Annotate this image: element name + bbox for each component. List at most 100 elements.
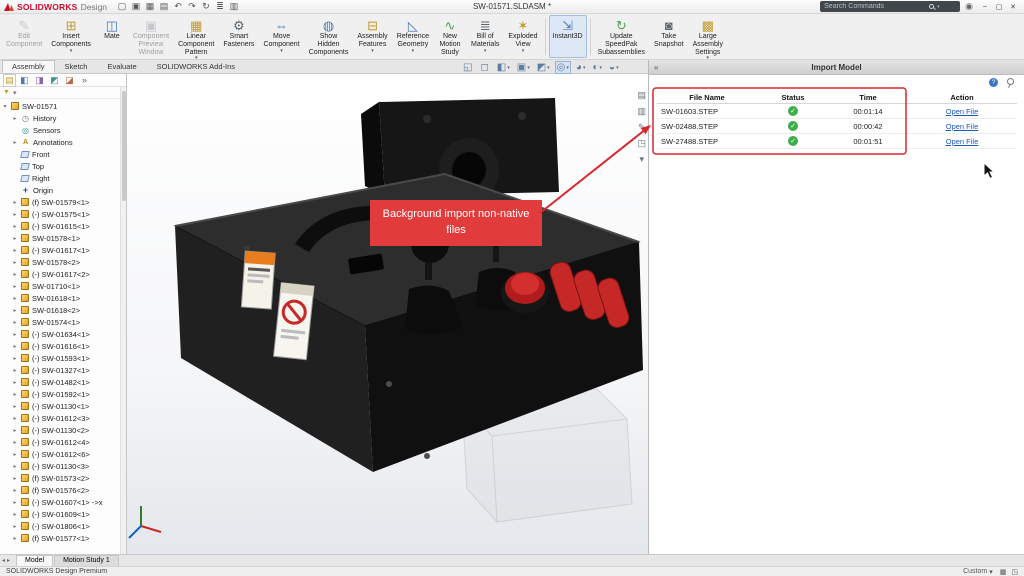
ribbon-button[interactable]: ≣ Bill of Materials ▾ — [467, 15, 503, 58]
tree-item[interactable]: ▸ (-) SW-01482<1> — [0, 376, 126, 388]
expander-icon[interactable]: ▸ — [12, 523, 18, 530]
tree-item[interactable]: ▸ SW-01574<1> — [0, 316, 126, 328]
expander-icon[interactable]: ▸ — [12, 511, 18, 518]
hud-button[interactable]: ▣ ▾ — [516, 62, 531, 73]
tree-item[interactable]: ▸ (-) SW-01612<3> — [0, 412, 126, 424]
expander-icon[interactable]: ▸ — [12, 391, 18, 398]
tree-item[interactable]: ▸ SW-01710<1> — [0, 280, 126, 292]
expander-icon[interactable]: ▸ — [12, 331, 18, 338]
dropdown-caret-icon[interactable]: ▾ — [280, 49, 283, 54]
ribbon-button[interactable]: ▦ Linear Component Pattern ▾ — [174, 15, 218, 58]
expander-icon[interactable]: ▸ — [12, 139, 18, 146]
dropdown-caret-icon[interactable]: ▾ — [70, 49, 73, 54]
hud-button[interactable]: ◱ — [462, 62, 474, 73]
dropdown-caret-icon[interactable]: ▾ — [522, 49, 525, 54]
ribbon-button[interactable]: ▣ Component Preview Window — [129, 15, 173, 58]
dropdown-caret-icon[interactable]: ▾ — [600, 65, 603, 71]
expander-icon[interactable]: ▸ — [12, 451, 18, 458]
tree-item[interactable]: ▸ (f) SW-01577<1> — [0, 532, 126, 544]
expander-icon[interactable]: ▾ — [2, 103, 8, 110]
hud-button[interactable]: ◒ ▾ — [608, 62, 620, 73]
tree-item[interactable]: ▸ (-) SW-01592<1> — [0, 388, 126, 400]
tree-item[interactable]: ▸ (f) SW-01576<2> — [0, 484, 126, 496]
tree-item[interactable]: Front — [0, 148, 126, 160]
tree-item[interactable]: Top — [0, 160, 126, 172]
hud-button[interactable]: ◕ ▾ — [575, 62, 587, 73]
ribbon-button[interactable]: ✎ Edit Component — [2, 15, 46, 58]
tree-item[interactable]: ▸ SW-01578<1> — [0, 232, 126, 244]
expander-icon[interactable]: ▸ — [12, 463, 18, 470]
tree-item[interactable]: ▸ (-) SW-01130<1> — [0, 400, 126, 412]
expander-icon[interactable]: ▸ — [12, 199, 18, 206]
dimxpertmanager-tab-icon[interactable]: ◩ — [49, 75, 60, 86]
tree-item[interactable]: ▸ SW-01578<2> — [0, 256, 126, 268]
dropdown-caret-icon[interactable]: ▾ — [412, 49, 415, 54]
tree-item[interactable]: ▸ (-) SW-01634<1> — [0, 328, 126, 340]
expander-icon[interactable]: ▸ — [12, 247, 18, 254]
scrollbar-thumb[interactable] — [122, 91, 126, 201]
commandmanager-tab[interactable]: Sketch — [55, 60, 98, 73]
tree-item[interactable]: Sensors — [0, 124, 126, 136]
filter-caret-icon[interactable]: ▾ — [13, 89, 17, 97]
ribbon-button[interactable]: ◺ Reference Geometry ▾ — [393, 15, 433, 58]
tree-item[interactable]: ▸ (-) SW-01616<1> — [0, 340, 126, 352]
maximize-button[interactable]: ▢ — [992, 3, 1006, 11]
tree-item[interactable]: ▸ (-) SW-01607<1> ->x — [0, 496, 126, 508]
markup-icon[interactable]: ✎ — [638, 122, 646, 133]
hud-button[interactable]: ◎ ▾ — [556, 62, 570, 73]
expander-icon[interactable]: ▸ — [12, 271, 18, 278]
dropdown-caret-icon[interactable]: ▾ — [371, 49, 374, 54]
tree-item[interactable]: ▸ (-) SW-01575<1> — [0, 208, 126, 220]
collapse-task-pane-icon[interactable]: « — [654, 63, 658, 72]
expander-icon[interactable]: ▸ — [12, 439, 18, 446]
search-icon[interactable] — [929, 4, 934, 9]
search-caret-icon[interactable]: ▾ — [937, 4, 940, 10]
document-tab[interactable]: Model — [16, 555, 53, 566]
open-file-link[interactable]: Open File — [907, 107, 1017, 116]
commandmanager-tab[interactable]: Assembly — [2, 60, 55, 73]
tab-overflow-icon[interactable]: » — [79, 75, 90, 85]
expander-icon[interactable]: ▸ — [12, 415, 18, 422]
close-button[interactable]: ✕ — [1006, 3, 1020, 11]
tree-item[interactable]: ▸ (-) SW-01130<2> — [0, 424, 126, 436]
tree-scrollbar[interactable] — [120, 87, 126, 554]
hud-button[interactable]: ◩ ▾ — [536, 62, 551, 73]
ribbon-button[interactable]: ◙ Take Snapshot — [650, 15, 688, 58]
tree-item[interactable]: ▸ (-) SW-01327<1> — [0, 364, 126, 376]
file-properties-icon[interactable]: ▥ — [229, 1, 239, 12]
hud-button[interactable]: ◐ ▾ — [591, 62, 603, 73]
ribbon-button[interactable]: ⊞ Insert Components ▾ — [47, 15, 95, 58]
expander-icon[interactable]: ▸ — [12, 223, 18, 230]
expander-icon[interactable]: ▸ — [12, 343, 18, 350]
expander-icon[interactable]: ▸ — [12, 283, 18, 290]
ribbon-button[interactable]: ↻ Update SpeedPak Subassemblies — [594, 15, 649, 58]
commandmanager-tab[interactable]: Evaluate — [97, 60, 146, 73]
print-icon[interactable]: ▤ — [159, 1, 169, 12]
options-icon[interactable]: ≣ — [215, 1, 225, 12]
expander-icon[interactable]: ▸ — [12, 535, 18, 542]
graphics-viewport[interactable]: Background import non-native files ▤▥✎◳▾ — [127, 74, 648, 554]
open-file-link[interactable]: Open File — [907, 137, 1017, 146]
pane-collapse-icon[interactable]: ▾ — [639, 154, 644, 165]
measure-icon[interactable]: ◳ — [637, 138, 646, 149]
ribbon-button[interactable]: ✶ Exploded View ▾ — [504, 15, 541, 58]
undo-icon[interactable]: ↶ — [173, 1, 183, 12]
viewport-comment-icon[interactable]: ▥ — [637, 106, 646, 117]
tree-item[interactable]: ▸ SW-01618<1> — [0, 292, 126, 304]
tree-item[interactable]: ▸ (-) SW-01617<2> — [0, 268, 126, 280]
ribbon-button[interactable]: ⊟ Assembly Features ▾ — [353, 15, 391, 58]
ribbon-button[interactable]: ⇔ Move Component ▾ — [259, 15, 303, 58]
tree-filter-row[interactable]: ▼ ▾ — [0, 87, 126, 99]
ribbon-button[interactable]: ◫ Mate — [96, 15, 128, 58]
tree-display-icon[interactable]: ▤ — [637, 90, 646, 101]
expander-icon[interactable]: ▸ — [12, 367, 18, 374]
dropdown-caret-icon[interactable]: ▾ — [583, 65, 586, 71]
expander-icon[interactable]: ▸ — [12, 235, 18, 242]
tree-item[interactable]: ▸ (f) SW-01573<2> — [0, 472, 126, 484]
tree-item[interactable]: ▸ (-) SW-01806<1> — [0, 520, 126, 532]
open-file-icon[interactable]: ▣ — [131, 1, 141, 12]
expander-icon[interactable]: ▸ — [12, 403, 18, 410]
expander-icon[interactable]: ▸ — [12, 211, 18, 218]
expander-icon[interactable]: ▸ — [12, 115, 18, 122]
expander-icon[interactable]: ▸ — [12, 427, 18, 434]
